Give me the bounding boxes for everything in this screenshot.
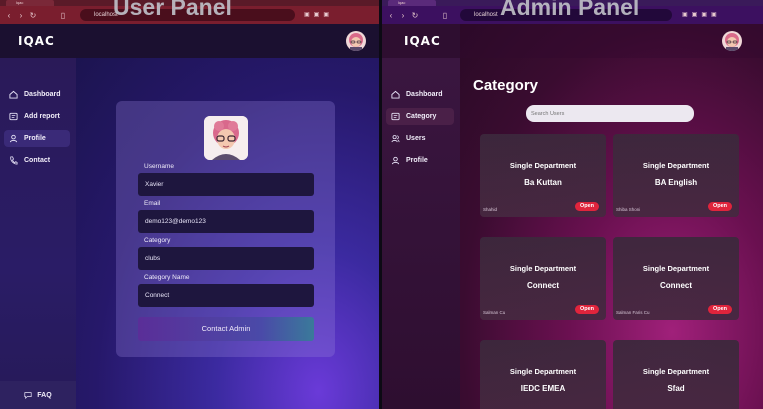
user-avatar[interactable] [346,31,366,51]
user-panel-caption: User Panel [113,0,232,20]
user-sidebar: Dashboard Add report Profile Contact FAQ [0,58,76,409]
faq-label: FAQ [37,391,52,399]
admin-panel-caption: Admin Panel [500,0,640,20]
card-name: Sfad [667,384,685,393]
email-field[interactable]: demo123@demo123 [138,210,314,233]
card-name: IEDC EMEA [520,384,566,393]
report-icon [9,112,18,121]
sidebar-item-label: Contact [24,157,51,164]
extension-icons[interactable]: ▣▣▣▣ [682,11,721,18]
open-badge[interactable]: Open [575,202,599,211]
open-badge[interactable]: Open [575,305,599,314]
iqac-logo[interactable]: IQAC [18,34,55,48]
category-main: Category Single Department Ba Kuttan Sha… [460,24,763,409]
app-header: IQAC [0,24,379,58]
faq-button[interactable]: FAQ [0,381,76,409]
contact-admin-button[interactable]: Contact Admin [138,317,314,341]
category-name-label: Category Name [144,274,190,281]
avatar-illustration [349,33,363,51]
iqac-logo[interactable]: IQAC [404,34,441,48]
admin-logo-bar: IQAC [382,24,460,58]
open-badge[interactable]: Open [708,305,732,314]
sidebar-item-add-report[interactable]: Add report [4,108,70,125]
chat-icon [24,392,32,399]
sidebar-item-label: Users [406,135,426,142]
card-owner: Salman Faris Cu [616,310,650,315]
profile-main: Username Xavier Email demo123@demo123 Ca… [76,58,379,409]
admin-sidebar: Dashboard Category Users Profile [382,58,460,409]
user-icon [9,134,18,143]
card-type: Single Department [642,161,710,170]
bookmark-icon[interactable]: ▯ [439,11,451,20]
reload-icon[interactable]: ↻ [27,11,39,20]
sidebar-item-label: Dashboard [406,91,443,98]
card-type: Single Department [642,264,710,273]
bookmark-icon[interactable]: ▯ [57,11,69,20]
sidebar-item-profile[interactable]: Profile [386,152,454,169]
users-icon [391,135,400,143]
username-label: Username [144,163,174,170]
forward-icon[interactable]: › [15,11,27,20]
sidebar-item-label: Add report [24,113,60,120]
avatar-illustration [204,116,248,160]
browser-tab-title: lqac [398,0,406,5]
category-label: Category [144,237,171,244]
category-field[interactable]: clubs [138,247,314,270]
admin-avatar[interactable] [722,31,742,51]
app-header [460,24,763,58]
category-card[interactable]: Single Department Connect Salman Faris C… [613,237,739,320]
card-name: Connect [660,281,692,290]
category-card[interactable]: Single Department IEDC EMEA [480,340,606,409]
sidebar-item-dashboard[interactable]: Dashboard [386,86,454,103]
sidebar-item-users[interactable]: Users [386,130,454,147]
profile-avatar [204,116,248,160]
page-title: Category [473,77,539,94]
category-card[interactable]: Single Department Ba Kuttan Shahid Open [480,134,606,217]
sidebar-item-label: Profile [24,135,46,142]
category-card[interactable]: Single Department Connect Salman Cu Open [480,237,606,320]
card-type: Single Department [509,264,577,273]
user-panel-window: lqac ‹ › ↻ ▯ localhost ▣▣▣ IQAC Dashboar… [0,0,379,409]
back-icon[interactable]: ‹ [385,11,397,20]
card-name: BA English [654,178,698,187]
sidebar-item-label: Profile [406,157,428,164]
card-name: Ba Kuttan [524,178,562,187]
card-owner: Salman Cu [483,310,506,315]
open-badge[interactable]: Open [708,202,732,211]
home-icon [9,90,18,99]
user-icon [391,156,400,165]
profile-card: Username Xavier Email demo123@demo123 Ca… [116,101,335,357]
search-input[interactable] [526,105,694,122]
category-icon [391,112,400,121]
extension-icons[interactable]: ▣▣▣ [304,11,333,18]
category-card[interactable]: Single Department BA English Shiba Shoni… [613,134,739,217]
browser-tab-title: lqac [16,0,24,5]
home-icon [391,90,400,99]
phone-icon [10,156,18,165]
avatar-illustration [725,33,739,51]
sidebar-item-category[interactable]: Category [386,108,454,125]
username-field[interactable]: Xavier [138,173,314,196]
sidebar-item-contact[interactable]: Contact [4,152,70,169]
sidebar-item-dashboard[interactable]: Dashboard [4,86,70,103]
card-type: Single Department [642,367,710,376]
card-name: Connect [527,281,559,290]
email-label: Email [144,200,161,207]
admin-panel-window: lqac ‹ › ↻ ▯ localhost ▣▣▣▣ Category Sin… [382,0,763,409]
back-icon[interactable]: ‹ [3,11,15,20]
card-type: Single Department [509,161,577,170]
reload-icon[interactable]: ↻ [409,11,421,20]
sidebar-item-label: Dashboard [24,91,61,98]
card-owner: Shahid [483,207,498,212]
sidebar-item-label: Category [406,113,437,120]
forward-icon[interactable]: › [397,11,409,20]
category-card[interactable]: Single Department Sfad [613,340,739,409]
sidebar-item-profile[interactable]: Profile [4,130,70,147]
card-type: Single Department [509,367,577,376]
category-name-field[interactable]: Connect [138,284,314,307]
card-owner: Shiba Shoni [616,207,641,212]
url-text: localhost [474,12,498,18]
